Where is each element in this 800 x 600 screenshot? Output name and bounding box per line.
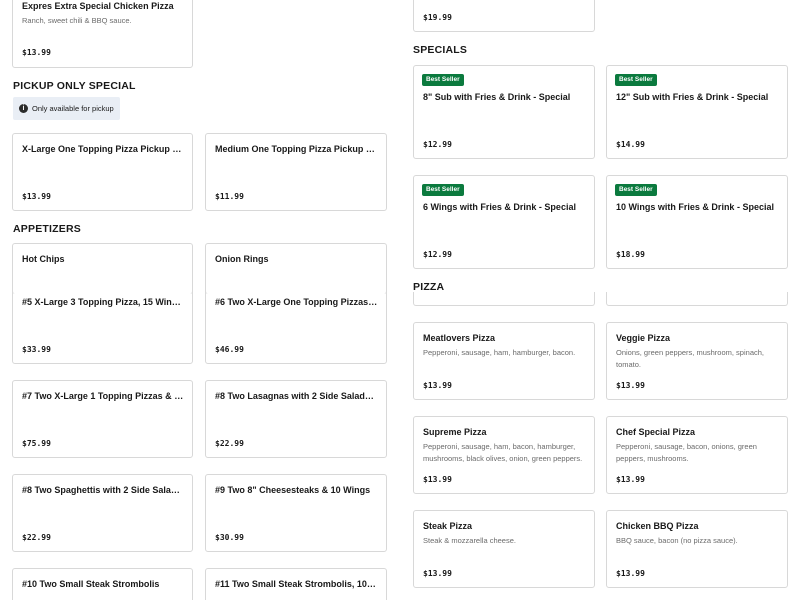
menu-item-price: $22.99 (215, 439, 244, 448)
menu-item-card[interactable]: Steak Pizza Steak & mozzarella cheese. $… (413, 510, 595, 588)
menu-item-name: #5 X-Large 3 Topping Pizza, 15 Wings & 1… (22, 297, 184, 307)
menu-item-description: BBQ sauce, bacon (no pizza sauce). (616, 536, 738, 545)
menu-item-price: $46.99 (215, 345, 244, 354)
menu-item-name: Veggie Pizza (616, 333, 671, 343)
menu-item-card[interactable]: #5 X-Large 3 Topping Pizza, 15 Wings & 1… (12, 286, 193, 364)
menu-item-card[interactable]: Chef Special Pizza Pepperoni, sausage, b… (606, 416, 788, 494)
menu-item-name: 8" Sub with Fries & Drink - Special (423, 92, 571, 102)
menu-item-price: $12.99 (423, 250, 452, 259)
info-icon: i (19, 104, 28, 113)
menu-item-price: $30.99 (215, 533, 244, 542)
menu-item-name: #8 Two Spaghettis with 2 Side Salads & .… (22, 485, 184, 495)
menu-item-card[interactable]: Meatlovers Pizza Pepperoni, sausage, ham… (413, 322, 595, 400)
best-seller-badge: Best Seller (422, 74, 464, 86)
menu-item-name: #6 Two X-Large One Topping Pizzas, 20... (215, 297, 378, 307)
section-title-specials: SPECIALS (413, 44, 468, 56)
menu-item-price: $33.99 (22, 345, 51, 354)
menu-item-card[interactable]: Best Seller 12" Sub with Fries & Drink -… (606, 65, 788, 159)
menu-item-name: #9 Two 8" Cheesesteaks & 10 Wings (215, 485, 371, 495)
menu-item-price: $13.99 (423, 475, 452, 484)
menu-item-card[interactable]: Expres Extra Special Chicken Pizza Ranch… (12, 0, 193, 68)
menu-item-card[interactable]: Medium One Topping Pizza Pickup Only... … (205, 133, 387, 211)
menu-item-card[interactable] (606, 292, 788, 306)
menu-item-card[interactable]: Hot Chips (12, 243, 193, 294)
pickup-notice: i Only available for pickup (13, 97, 120, 120)
menu-item-card[interactable]: #8 Two Lasagnas with 2 Side Salads & 2..… (205, 380, 387, 458)
menu-item-card[interactable]: #11 Two Small Steak Strombolis, 10 Wing.… (205, 568, 387, 600)
menu-item-card[interactable]: #9 Two 8" Cheesesteaks & 10 Wings $30.99 (205, 474, 387, 552)
menu-item-price: $13.99 (423, 569, 452, 578)
menu-item-name: Chicken BBQ Pizza (616, 521, 699, 531)
menu-item-card[interactable] (413, 292, 595, 306)
menu-item-description: Onions, green peppers, mushroom, spinach… (616, 348, 764, 369)
menu-item-name: #11 Two Small Steak Strombolis, 10 Wing.… (215, 579, 378, 589)
menu-item-description: Steak & mozzarella cheese. (423, 536, 516, 545)
menu-item-description: Pepperoni, sausage, bacon, onions, green… (616, 442, 757, 463)
menu-item-name: #7 Two X-Large 1 Topping Pizzas & 50... (22, 391, 184, 401)
menu-item-price: $22.99 (22, 533, 51, 542)
section-title-pickup: PICKUP ONLY SPECIAL (13, 80, 136, 92)
menu-item-card[interactable]: Onion Rings (205, 243, 387, 294)
best-seller-badge: Best Seller (615, 74, 657, 86)
menu-item-name: Supreme Pizza (423, 427, 487, 437)
menu-item-description: Ranch, sweet chili & BBQ sauce. (22, 16, 132, 25)
menu-item-price: $13.99 (423, 381, 452, 390)
menu-item-price: $11.99 (215, 192, 244, 201)
menu-item-name: Expres Extra Special Chicken Pizza (22, 1, 174, 11)
menu-item-card[interactable]: #6 Two X-Large One Topping Pizzas, 20...… (205, 286, 387, 364)
pickup-notice-text: Only available for pickup (32, 104, 114, 113)
menu-item-price: $13.99 (616, 381, 645, 390)
menu-item-name: Steak Pizza (423, 521, 473, 531)
menu-item-price: $18.99 (616, 250, 645, 259)
menu-item-name: #10 Two Small Steak Strombolis (22, 579, 160, 589)
menu-item-name: #8 Two Lasagnas with 2 Side Salads & 2..… (215, 391, 378, 401)
menu-item-name: X-Large One Topping Pizza Pickup Only... (22, 144, 184, 154)
menu-item-name: Meatlovers Pizza (423, 333, 496, 343)
menu-item-description: Pepperoni, sausage, ham, bacon, hamburge… (423, 442, 583, 463)
menu-item-description: Pepperoni, sausage, ham, hamburger, baco… (423, 348, 576, 357)
menu-item-name: Chef Special Pizza (616, 427, 696, 437)
menu-item-price: $13.99 (22, 192, 51, 201)
menu-item-name: 12" Sub with Fries & Drink - Special (616, 92, 769, 102)
menu-item-card[interactable]: Veggie Pizza Onions, green peppers, mush… (606, 322, 788, 400)
menu-item-card[interactable]: Supreme Pizza Pepperoni, sausage, ham, b… (413, 416, 595, 494)
menu-item-price: $19.99 (423, 13, 452, 22)
menu-item-card[interactable]: #8 Two Spaghettis with 2 Side Salads & .… (12, 474, 193, 552)
menu-item-name: Medium One Topping Pizza Pickup Only... (215, 144, 378, 154)
menu-item-card[interactable]: #10 Two Small Steak Strombolis (12, 568, 193, 600)
menu-item-price: $13.99 (616, 475, 645, 484)
menu-item-price: $13.99 (22, 48, 51, 57)
menu-item-card[interactable]: X-Large One Topping Pizza Pickup Only...… (12, 133, 193, 211)
menu-item-name: Hot Chips (22, 254, 65, 264)
menu-item-price: $75.99 (22, 439, 51, 448)
menu-item-price: $14.99 (616, 140, 645, 149)
menu-item-card[interactable]: #7 Two X-Large 1 Topping Pizzas & 50... … (12, 380, 193, 458)
menu-item-name: 10 Wings with Fries & Drink - Special (616, 202, 774, 212)
menu-item-card[interactable]: Best Seller 8" Sub with Fries & Drink - … (413, 65, 595, 159)
menu-item-card[interactable]: Best Seller 6 Wings with Fries & Drink -… (413, 175, 595, 269)
section-title-appetizers: APPETIZERS (13, 223, 81, 235)
menu-item-card[interactable]: $19.99 (413, 0, 595, 32)
menu-item-card[interactable]: Best Seller 10 Wings with Fries & Drink … (606, 175, 788, 269)
menu-item-price: $13.99 (616, 569, 645, 578)
menu-item-price: $12.99 (423, 140, 452, 149)
menu-item-name: 6 Wings with Fries & Drink - Special (423, 202, 576, 212)
menu-item-name: Onion Rings (215, 254, 269, 264)
best-seller-badge: Best Seller (422, 184, 464, 196)
best-seller-badge: Best Seller (615, 184, 657, 196)
menu-item-card[interactable]: Chicken BBQ Pizza BBQ sauce, bacon (no p… (606, 510, 788, 588)
